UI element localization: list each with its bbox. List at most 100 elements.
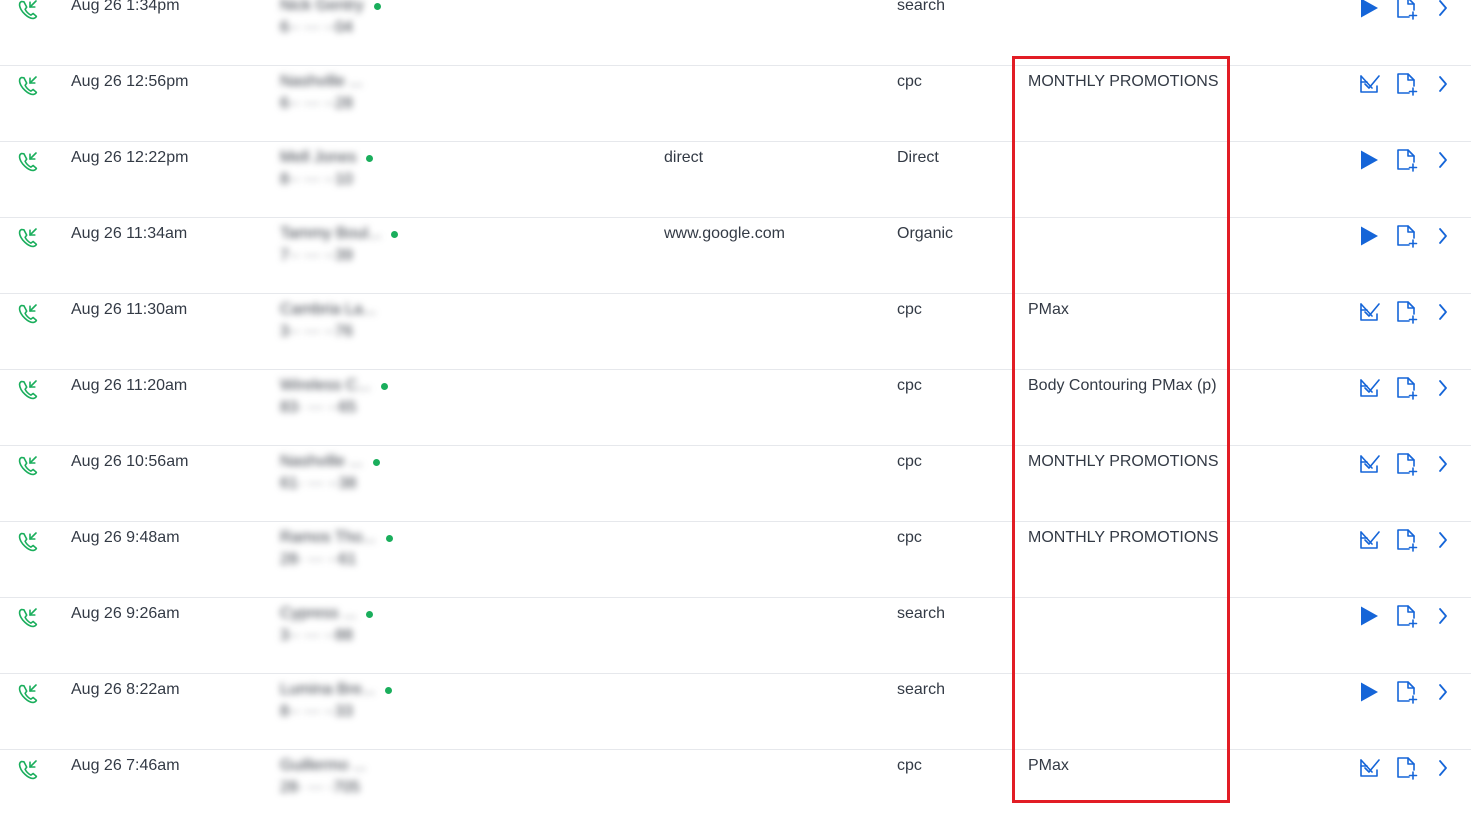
add-note-button[interactable]: [1393, 755, 1419, 781]
call-list: Aug 26 1:34pm Nick Gentry 6·· ··· ··04 s…: [0, 0, 1471, 814]
call-source: direct: [664, 149, 704, 166]
caller-info[interactable]: Cypress ... 3·· ··· ··88: [280, 604, 420, 646]
play-recording-button[interactable]: [1356, 0, 1382, 21]
caller-phone: 61· ··· ··38: [280, 475, 357, 492]
add-note-button[interactable]: [1393, 603, 1419, 629]
add-note-button[interactable]: [1393, 679, 1419, 705]
call-row[interactable]: Aug 26 1:34pm Nick Gentry 6·· ··· ··04 s…: [0, 0, 1471, 66]
caller-phone: 8·· ··· ··10: [280, 171, 353, 188]
caller-info[interactable]: Ramos Tho... 28· ··· ··61: [280, 528, 420, 570]
phone-incoming-icon: [16, 0, 40, 21]
call-campaign: MONTHLY PROMOTIONS: [1028, 453, 1219, 470]
open-call-details-button[interactable]: [1432, 0, 1458, 21]
caller-name: Wireless C...: [280, 377, 371, 394]
add-note-button[interactable]: [1393, 451, 1419, 477]
caller-phone: 7·· ··· ··39: [280, 247, 353, 264]
add-note-button[interactable]: [1393, 375, 1419, 401]
call-medium: search: [897, 605, 946, 622]
caller-name-line: Nick Gentry: [280, 0, 420, 16]
open-call-details-button[interactable]: [1432, 755, 1458, 781]
caller-info[interactable]: Nashville ... 6·· ··· ··28: [280, 72, 420, 114]
call-row[interactable]: Aug 26 9:26am Cypress ... 3·· ··· ··88 s…: [0, 598, 1471, 674]
review-call-button[interactable]: [1356, 451, 1382, 477]
caller-name: Cypress ...: [280, 605, 357, 622]
caller-info[interactable]: Guillermo ... 28· ··· ·705: [280, 756, 420, 798]
call-date: Aug 26 1:34pm: [71, 0, 180, 14]
caller-phone: 83· ··· ··65: [280, 399, 357, 416]
caller-phone: 3·· ··· ··76: [280, 323, 353, 340]
caller-info[interactable]: Lumina Bre... 8·· ··· ··33: [280, 680, 420, 722]
call-medium: Organic: [897, 225, 954, 242]
call-medium: cpc: [897, 301, 922, 318]
call-medium: cpc: [897, 453, 922, 470]
call-medium: cpc: [897, 73, 922, 90]
review-call-button[interactable]: [1356, 299, 1382, 325]
add-note-button[interactable]: [1393, 223, 1419, 249]
caller-info[interactable]: Wireless C... 83· ··· ··65: [280, 376, 420, 418]
online-status-dot: [380, 382, 388, 390]
online-status-dot: [391, 230, 399, 238]
add-note-button[interactable]: [1393, 71, 1419, 97]
caller-name: Lumina Bre...: [280, 681, 376, 698]
caller-phone-line: 28· ··· ·705: [280, 778, 420, 798]
caller-name: Cambria La...: [280, 301, 377, 318]
online-status-dot: [372, 458, 380, 466]
call-date: Aug 26 12:56pm: [71, 73, 189, 90]
play-recording-button[interactable]: [1356, 223, 1382, 249]
caller-phone-line: 28· ··· ··61: [280, 550, 420, 570]
call-row[interactable]: Aug 26 11:34am Tammy Boul... 7·· ··· ··3…: [0, 218, 1471, 294]
open-call-details-button[interactable]: [1432, 451, 1458, 477]
caller-name-line: Cambria La...: [280, 300, 420, 320]
add-note-button[interactable]: [1393, 0, 1419, 21]
caller-info[interactable]: Nick Gentry 6·· ··· ··04: [280, 0, 420, 38]
review-call-button[interactable]: [1356, 375, 1382, 401]
call-row[interactable]: Aug 26 12:56pm Nashville ... 6·· ··· ··2…: [0, 66, 1471, 142]
call-row[interactable]: Aug 26 9:48am Ramos Tho... 28· ··· ··61 …: [0, 522, 1471, 598]
phone-incoming-icon: [16, 605, 40, 629]
play-recording-button[interactable]: [1356, 603, 1382, 629]
call-row[interactable]: Aug 26 11:30am Cambria La... 3·· ··· ··7…: [0, 294, 1471, 370]
caller-name-line: Lumina Bre...: [280, 680, 420, 700]
play-recording-button[interactable]: [1356, 147, 1382, 173]
review-call-button[interactable]: [1356, 755, 1382, 781]
online-status-dot: [366, 610, 374, 618]
caller-phone-line: 6·· ··· ··28: [280, 94, 420, 114]
open-call-details-button[interactable]: [1432, 299, 1458, 325]
call-date: Aug 26 11:30am: [71, 301, 188, 318]
call-medium: cpc: [897, 377, 922, 394]
call-date: Aug 26 7:46am: [71, 757, 180, 774]
call-row[interactable]: Aug 26 12:22pm Mell Jones 8·· ··· ··10 d…: [0, 142, 1471, 218]
add-note-button[interactable]: [1393, 299, 1419, 325]
open-call-details-button[interactable]: [1432, 147, 1458, 173]
caller-name-line: Ramos Tho...: [280, 528, 420, 548]
open-call-details-button[interactable]: [1432, 223, 1458, 249]
caller-name: Mell Jones: [280, 149, 357, 166]
caller-info[interactable]: Cambria La... 3·· ··· ··76: [280, 300, 420, 342]
open-call-details-button[interactable]: [1432, 375, 1458, 401]
call-row[interactable]: Aug 26 7:46am Guillermo ... 28· ··· ·705…: [0, 750, 1471, 814]
call-medium: cpc: [897, 757, 922, 774]
caller-info[interactable]: Nashville ... 61· ··· ··38: [280, 452, 420, 494]
caller-phone-line: 3·· ··· ··76: [280, 322, 420, 342]
review-call-button[interactable]: [1356, 71, 1382, 97]
online-status-dot: [366, 154, 374, 162]
caller-info[interactable]: Mell Jones 8·· ··· ··10: [280, 148, 420, 190]
caller-info[interactable]: Tammy Boul... 7·· ··· ··39: [280, 224, 420, 266]
add-note-button[interactable]: [1393, 147, 1419, 173]
caller-name: Nick Gentry: [280, 0, 364, 14]
caller-phone-line: 8·· ··· ··33: [280, 702, 420, 722]
call-row[interactable]: Aug 26 11:20am Wireless C... 83· ··· ··6…: [0, 370, 1471, 446]
call-row[interactable]: Aug 26 10:56am Nashville ... 61· ··· ··3…: [0, 446, 1471, 522]
review-call-button[interactable]: [1356, 527, 1382, 553]
call-campaign: PMax: [1028, 757, 1069, 774]
open-call-details-button[interactable]: [1432, 679, 1458, 705]
phone-incoming-icon: [16, 301, 40, 325]
add-note-button[interactable]: [1393, 527, 1419, 553]
open-call-details-button[interactable]: [1432, 603, 1458, 629]
play-recording-button[interactable]: [1356, 679, 1382, 705]
caller-name-line: Cypress ...: [280, 604, 420, 624]
call-row[interactable]: Aug 26 8:22am Lumina Bre... 8·· ··· ··33…: [0, 674, 1471, 750]
open-call-details-button[interactable]: [1432, 527, 1458, 553]
call-medium: search: [897, 681, 946, 698]
open-call-details-button[interactable]: [1432, 71, 1458, 97]
